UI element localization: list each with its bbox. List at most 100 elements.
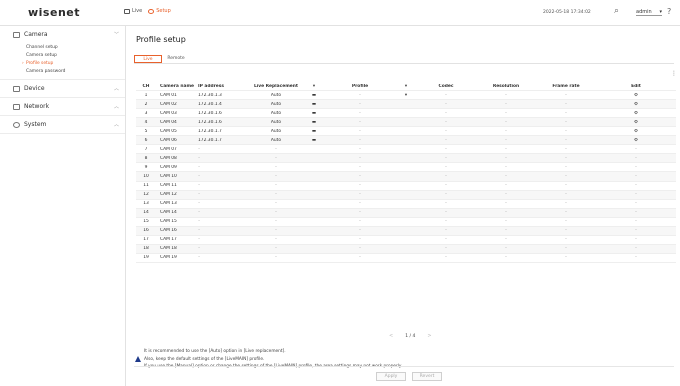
table-cell: – xyxy=(564,128,568,134)
help-icon[interactable]: ? xyxy=(667,7,671,16)
table-cell: – xyxy=(198,146,201,152)
table-cell[interactable]: Auto xyxy=(248,120,304,125)
table-row[interactable]: 18 CAM 18 – – – – – – – xyxy=(136,244,676,254)
tab-live-profile[interactable]: Live xyxy=(134,55,162,63)
edit-gear-icon[interactable]: ⚙ xyxy=(596,138,676,143)
table-cell[interactable]: Auto xyxy=(248,93,304,98)
next-page-button[interactable]: > xyxy=(427,333,431,339)
table-row[interactable]: 13 CAM 13 – – – – – – – xyxy=(136,200,676,209)
table-cell[interactable]: – xyxy=(248,156,304,161)
table-cell: 16 xyxy=(143,228,149,234)
table-cell[interactable]: – xyxy=(248,183,304,188)
table-row[interactable]: 16 CAM 16 – – – – – – – xyxy=(136,226,676,236)
table-cell: 9 xyxy=(144,164,148,170)
table-cell: CAM 15 xyxy=(160,219,177,225)
table-row[interactable]: 3 CAM 03 172.30.1.6 Auto ▬ – – – – ⚙ xyxy=(136,109,676,119)
sidebar-section-system: System ︿ xyxy=(0,116,125,134)
table-cell: 172.30.1.7 xyxy=(198,137,222,143)
table-cell: – xyxy=(444,237,448,243)
table-cell[interactable]: – xyxy=(248,219,304,224)
table-cell[interactable]: – xyxy=(248,246,304,251)
edit-gear-icon[interactable]: ⚙ xyxy=(596,129,676,134)
mode-tabs: Live Setup xyxy=(124,8,171,14)
tab-setup[interactable]: Setup xyxy=(148,8,171,14)
table-row[interactable]: 12 CAM 12 – – – – – – – xyxy=(136,190,676,200)
table-cell[interactable]: – xyxy=(248,192,304,197)
table-row[interactable]: 14 CAM 14 – – – – – – – xyxy=(136,208,676,218)
table-cell: – xyxy=(444,210,448,216)
table-cell: – xyxy=(634,164,638,170)
edit-gear-icon[interactable]: ⚙ xyxy=(596,120,676,125)
table-cell[interactable]: – xyxy=(248,174,304,179)
user-menu[interactable]: admin ▾ xyxy=(636,9,662,16)
table-row[interactable]: 2 CAM 02 172.30.1.4 Auto ▬ – – – – ⚙ xyxy=(136,100,676,110)
chevron-down-icon: ▾ xyxy=(659,9,662,15)
table-cell: – xyxy=(504,237,508,243)
table-cell[interactable]: – xyxy=(248,210,304,215)
table-row[interactable]: 11 CAM 11 – – – – – – – xyxy=(136,182,676,191)
table-row[interactable]: 17 CAM 17 – – – – – – – xyxy=(136,236,676,245)
table-cell: 5 xyxy=(144,128,148,134)
table-cell: – xyxy=(358,192,362,198)
edit-gear-icon[interactable]: ⚙ xyxy=(596,111,676,116)
table-cell[interactable]: – xyxy=(248,255,304,260)
table-cell: CAM 08 xyxy=(160,155,177,161)
revert-button[interactable]: Revert xyxy=(412,372,442,381)
more-icon[interactable]: ⋮ xyxy=(671,70,677,77)
sidebar-item-profile-setup[interactable]: Profile setup xyxy=(26,60,125,68)
table-cell[interactable]: Auto xyxy=(248,111,304,116)
profile-table: CH Camera name IP address Live Replaceme… xyxy=(136,82,676,263)
edit-gear-icon[interactable]: ⚙ xyxy=(596,93,676,98)
system-icon xyxy=(13,121,20,128)
table-row[interactable]: 9 CAM 09 – – – – – – – xyxy=(136,163,676,173)
table-cell[interactable]: – xyxy=(248,228,304,233)
edit-gear-icon[interactable]: ⚙ xyxy=(596,102,676,107)
sidebar-item-camera-password[interactable]: Camera password xyxy=(26,68,125,76)
tab-live-label: Live xyxy=(132,8,143,14)
sidebar-item-device[interactable]: Device ︿ xyxy=(0,80,125,97)
table-row[interactable]: 6 CAM 06 172.30.1.7 Auto ▬ – – – – ⚙ xyxy=(136,136,676,146)
table-cell: – xyxy=(564,146,568,152)
table-cell: – xyxy=(198,219,201,225)
table-row[interactable]: 15 CAM 15 – – – – – – – xyxy=(136,218,676,227)
table-row[interactable]: 4 CAM 04 172.30.1.6 Auto ▬ – – – – ⚙ xyxy=(136,118,676,128)
table-row[interactable]: 5 CAM 05 172.30.1.7 Auto ▬ – – – – ⚙ xyxy=(136,127,676,137)
column-header: Edit xyxy=(631,83,641,89)
table-cell: – xyxy=(504,119,508,125)
table-cell[interactable]: – xyxy=(248,237,304,242)
table-cell: – xyxy=(504,101,508,107)
column-header: Live Replacement xyxy=(254,83,298,89)
prev-page-button[interactable]: < xyxy=(389,333,393,339)
table-cell: – xyxy=(564,228,568,234)
table-cell[interactable]: – xyxy=(248,147,304,152)
table-row[interactable]: 7 CAM 07 – – – – – – – xyxy=(136,145,676,155)
table-cell: – xyxy=(504,128,508,134)
table-cell: – xyxy=(358,173,362,179)
search-icon[interactable]: ⌕ xyxy=(614,6,619,16)
table-row[interactable]: 19 CAM 19 – – – – – – – xyxy=(136,254,676,263)
table-row[interactable]: 10 CAM 10 – – – – – – – xyxy=(136,172,676,182)
sidebar-item-system[interactable]: System ︿ xyxy=(0,116,125,133)
tab-remote-profile[interactable]: Remote xyxy=(162,55,190,63)
table-cell[interactable]: Auto xyxy=(248,138,304,143)
table-cell[interactable]: – xyxy=(248,165,304,170)
apply-button[interactable]: Apply xyxy=(376,372,406,381)
sidebar-item-channel-setup[interactable]: Channel setup xyxy=(26,44,125,52)
table-cell: – xyxy=(444,201,448,207)
table-row[interactable]: 1 CAM 01 172.30.1.3 Auto ▬ – ▾ – – – ⚙ xyxy=(136,91,676,101)
table-cell: – xyxy=(198,164,201,170)
sidebar-item-camera[interactable]: Camera ﹀ xyxy=(0,26,125,43)
sidebar-item-camera-setup[interactable]: Camera setup xyxy=(26,52,125,60)
table-cell: CAM 18 xyxy=(160,246,177,252)
table-cell[interactable]: – xyxy=(248,201,304,206)
wisenet-logo: wisenet xyxy=(28,6,80,19)
table-cell: – xyxy=(444,101,448,107)
tab-live[interactable]: Live xyxy=(124,8,142,14)
table-cell: – xyxy=(504,246,508,252)
table-cell[interactable]: Auto xyxy=(248,129,304,134)
table-cell: – xyxy=(634,219,638,225)
table-row[interactable]: 8 CAM 08 – – – – – – – xyxy=(136,154,676,164)
table-cell[interactable]: Auto xyxy=(248,102,304,107)
sidebar-item-label: Network xyxy=(24,103,50,110)
sidebar-item-network[interactable]: Network ︿ xyxy=(0,98,125,115)
